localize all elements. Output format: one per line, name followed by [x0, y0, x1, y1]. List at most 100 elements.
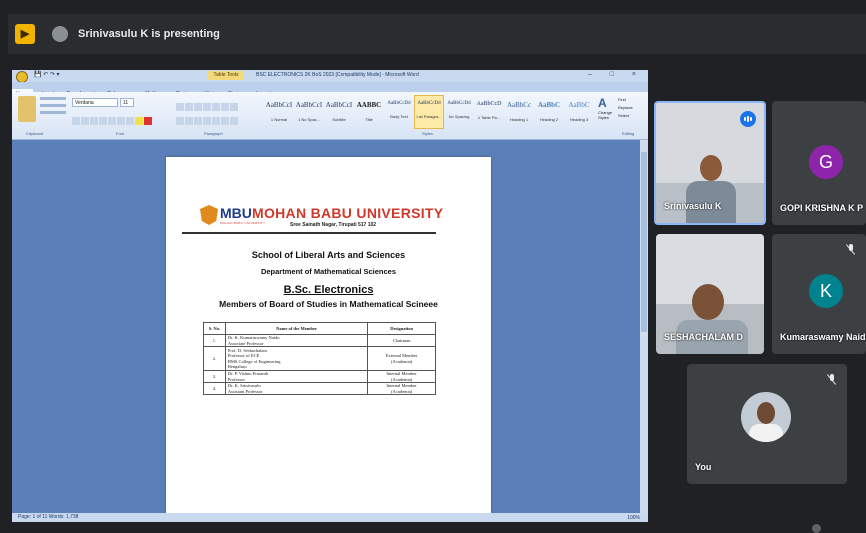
speaking-indicator-icon — [740, 111, 756, 127]
group-label-editing: Editing — [622, 131, 635, 136]
logo-subtext: MOHAN BABU UNIVERSITY — [220, 221, 266, 225]
style-heading-3[interactable]: AaBbC Heading 3 — [564, 95, 594, 129]
shading-icon[interactable] — [221, 117, 229, 125]
style-no-spacing-1[interactable]: AaBbCcI 1 No Spac... — [294, 95, 324, 129]
style-name: List Paragra... — [416, 114, 442, 119]
table-row: 4. Dr. K. Srinivasulu Assistant Professo… — [203, 382, 436, 395]
mic-off-icon — [845, 244, 856, 256]
multilevel-list-icon[interactable] — [194, 103, 202, 111]
style-name: Body Text — [390, 114, 408, 119]
bullets-icon[interactable] — [176, 103, 184, 111]
line-spacing-icon[interactable] — [212, 117, 220, 125]
presenting-status: Srinivasulu K is presenting — [78, 28, 220, 40]
document-page: MBU MOHAN BABU UNIVERSITY MOHAN BABU UNI… — [166, 157, 491, 513]
borders-icon[interactable] — [230, 117, 238, 125]
department-name: Department of Mathematical Sciences — [260, 267, 397, 276]
paragraph-buttons[interactable] — [176, 98, 260, 111]
style-list-paragraph[interactable]: AaBbCcDd List Paragra... — [414, 95, 444, 129]
table-header-row: S. No. Name of the Member Designation — [203, 322, 436, 335]
designation-line: (Academia) — [390, 358, 413, 364]
sno-cell: 2. — [203, 346, 226, 371]
participant-tile[interactable]: Srinivasulu K — [654, 101, 766, 225]
table-row: 1. Dr. K. Kumaraswamy Naidu Associate Pr… — [203, 334, 436, 347]
change-case-icon[interactable] — [126, 117, 134, 125]
group-label-clipboard: Clipboard — [26, 131, 44, 136]
style-body-text[interactable]: AaBbCcDd Body Text — [384, 95, 414, 129]
align-right-icon[interactable] — [194, 117, 202, 125]
participant-tile[interactable]: You — [687, 364, 847, 484]
participant-tile[interactable]: SESHACHALAM D — [656, 234, 764, 354]
cut-icon[interactable] — [40, 97, 66, 100]
style-no-spacing[interactable]: AaBbCcDd No Spacing — [444, 95, 474, 129]
style-sample: AaBbCcI — [295, 101, 323, 109]
increase-indent-icon[interactable] — [212, 103, 220, 111]
replace-button[interactable]: Replace — [618, 104, 633, 112]
vertical-scrollbar[interactable] — [640, 140, 648, 513]
style-name: 1 Normal — [270, 117, 288, 122]
style-heading-2[interactable]: AaBbC Heading 2 — [534, 95, 564, 129]
group-label-font: Font — [116, 131, 125, 136]
change-styles-icon: A — [598, 96, 607, 110]
font-color-icon[interactable] — [144, 117, 152, 125]
university-address: Sree Sainath Nagar, Tirupati 517 102 — [290, 222, 377, 228]
program-title: B.Sc. Electronics — [283, 284, 374, 296]
paste-icon[interactable] — [18, 96, 36, 122]
table-row: 2. Prof. D. Seshachalam Professor of ECE… — [203, 346, 436, 371]
style-sample: AaBbCcI — [325, 101, 353, 109]
column-header: S. No. — [203, 322, 226, 335]
table-tools-label: Table Tools — [208, 71, 244, 80]
style-normal[interactable]: AaBbCcI 1 Normal — [264, 95, 294, 129]
numbering-icon[interactable] — [185, 103, 193, 111]
style-sample: AaBbC — [568, 101, 590, 109]
subscript-icon[interactable] — [108, 117, 116, 125]
participant-name: Srinivasulu K — [664, 201, 722, 211]
superscript-icon[interactable] — [117, 117, 125, 125]
zoom-level[interactable]: 100% — [627, 514, 640, 522]
underline-icon[interactable] — [90, 117, 98, 125]
show-marks-icon[interactable] — [230, 103, 238, 111]
style-name: Heading 3 — [569, 117, 589, 122]
find-button[interactable]: Find — [618, 96, 633, 104]
style-table-paragraph[interactable]: AaBbCcD 1 Table Pa... — [474, 95, 504, 129]
quick-access-toolbar[interactable]: 💾 ↶ ↷ ▾ — [34, 71, 60, 78]
logo-text: MBU — [220, 205, 252, 221]
strikethrough-icon[interactable] — [99, 117, 107, 125]
select-button[interactable]: Select — [618, 112, 633, 120]
style-name: Heading 1 — [509, 117, 529, 122]
sno-cell: 3. — [203, 370, 226, 383]
sort-icon[interactable] — [221, 103, 229, 111]
scrollbar-thumb[interactable] — [641, 152, 647, 332]
participant-tile[interactable]: K Kumaraswamy Naidu K — [772, 234, 866, 354]
format-painter-icon[interactable] — [40, 111, 66, 114]
alignment-buttons[interactable] — [176, 112, 260, 125]
document-title: BSC ELECTRONICS 2K BoS 2023 [Compatibili… — [256, 72, 419, 78]
change-styles-label: Change Styles — [598, 110, 613, 120]
styles-gallery: AaBbCcI 1 Normal AaBbCcI 1 No Spac... AaBb… — [264, 95, 594, 129]
participant-tile[interactable]: G GOPI KRISHNA K P — [772, 101, 866, 225]
style-title[interactable]: AABBC Title — [354, 95, 384, 129]
decrease-indent-icon[interactable] — [203, 103, 211, 111]
justify-icon[interactable] — [203, 117, 211, 125]
style-name: Heading 2 — [539, 117, 559, 122]
style-subtitle[interactable]: AaBbCcI Subtitle — [324, 95, 354, 129]
designation-line: (Academia) — [390, 376, 413, 382]
designation-cell: External Member (Academia) — [367, 346, 436, 371]
member-line: Associate Professor — [227, 340, 264, 346]
font-size-field[interactable]: 11 — [120, 98, 134, 107]
align-center-icon[interactable] — [185, 117, 193, 125]
font-name-field[interactable]: Verdana — [72, 98, 118, 107]
window-controls[interactable]: – □ × — [588, 71, 644, 78]
highlight-icon[interactable] — [135, 117, 143, 125]
style-name: No Spacing — [448, 114, 470, 119]
style-sample: AaBbCcDd — [417, 101, 441, 106]
header-rule — [182, 232, 436, 234]
change-styles-button[interactable]: A Change Styles — [598, 96, 614, 126]
style-heading-1[interactable]: AaBbCc Heading 1 — [504, 95, 534, 129]
bold-icon[interactable] — [72, 117, 80, 125]
style-sample: AaBbCcDd — [387, 101, 411, 106]
designation-cell: Chairman — [367, 334, 436, 347]
copy-icon[interactable] — [40, 104, 66, 107]
italic-icon[interactable] — [81, 117, 89, 125]
member-line: Bengaluru — [227, 364, 247, 369]
align-left-icon[interactable] — [176, 117, 184, 125]
